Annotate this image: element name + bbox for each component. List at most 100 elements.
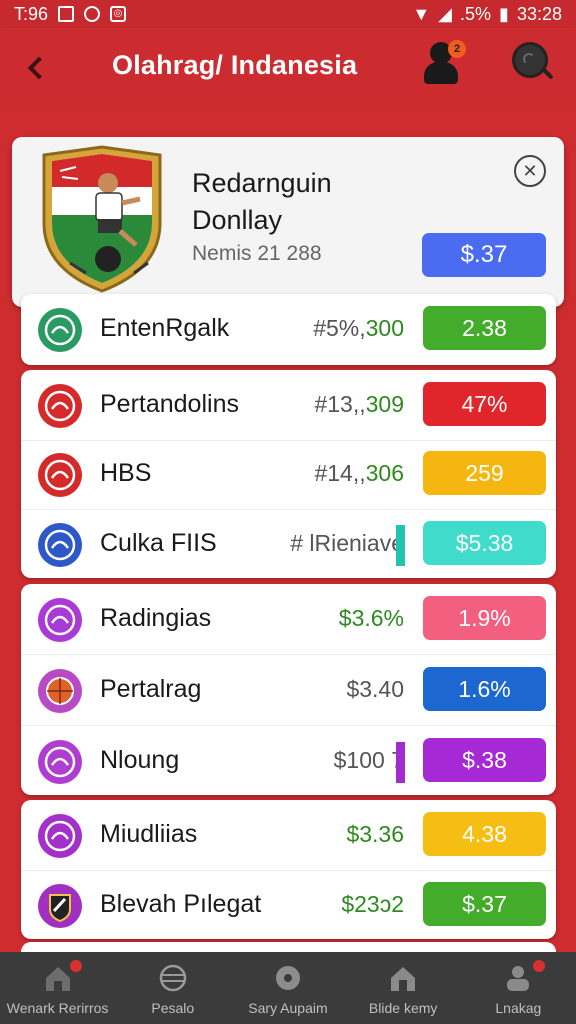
team-stat: #14,,306	[314, 460, 404, 487]
team-row[interactable]: Miudliias $3.36 4.38	[21, 800, 556, 871]
team-row[interactable]: Nloung $100 7 $.38	[21, 726, 556, 795]
nav-label: Lnakag	[495, 1000, 542, 1016]
team-stat: $3.40	[346, 676, 404, 703]
basketball-icon	[37, 668, 83, 714]
value-button[interactable]: 259	[423, 451, 546, 495]
nav-label: Wenark Rerirros	[6, 1000, 109, 1016]
team-row[interactable]: Pertandolins #13,,309 47%	[21, 370, 556, 441]
team-stat-prefix: $100 7	[333, 747, 404, 773]
team-stat: $23ɔ2	[341, 891, 404, 918]
search-button[interactable]	[512, 42, 554, 84]
search-icon-handle	[542, 68, 554, 80]
value-button[interactable]: $5.38	[423, 521, 546, 565]
nav-label: Sary Aupaim	[248, 1000, 328, 1016]
featured-card[interactable]: Redarnguin Donllay Nemis 21 288 ✕ $.37	[12, 137, 564, 307]
featured-title: Redarnguin Donllay	[192, 168, 332, 235]
house-icon	[388, 964, 418, 992]
team-row[interactable]: Culka FIIS # lRieniave $5.38	[21, 509, 556, 578]
battery-text: .5%	[460, 3, 492, 24]
featured-meta: Nemis 21 288	[192, 242, 322, 265]
nav-item[interactable]: Blide kemy	[346, 952, 461, 1024]
team-stat-value: 309	[365, 391, 404, 417]
team-row[interactable]: Radingias $3.6% 1.9%	[21, 584, 556, 655]
team-name: Nloung	[100, 746, 180, 774]
battery-icon: ▮	[499, 3, 509, 24]
team-name: Blevah Pılegat	[100, 890, 262, 918]
close-button[interactable]: ✕	[514, 155, 546, 187]
team-stat-value: 300	[365, 315, 404, 341]
soccer-ball-icon	[273, 964, 303, 992]
ball-icon	[158, 964, 188, 992]
team-crest-icon	[37, 739, 83, 785]
notification-badge: 2	[448, 40, 466, 58]
team-name: EntenRgalk	[100, 314, 230, 342]
person-icon-body	[424, 62, 458, 84]
value-button[interactable]: 4.38	[423, 812, 546, 856]
app-notification-icon: ◎	[110, 6, 127, 22]
team-row[interactable]: HBS #14,,306 259	[21, 439, 556, 510]
value-button[interactable]: 47%	[423, 382, 546, 426]
nav-item[interactable]: Lnakag	[461, 952, 576, 1024]
nav-badge	[532, 960, 545, 972]
team-stat-prefix: $3.40	[346, 676, 404, 702]
value-button[interactable]: 2.38	[423, 306, 546, 350]
profile-button[interactable]: 2	[420, 40, 466, 86]
team-stat: $3.36	[346, 821, 404, 848]
team-crest-icon	[37, 597, 83, 643]
home-icon	[43, 964, 73, 992]
app-bar: Olahrag/ Indanesia 2	[0, 28, 576, 108]
nav-item[interactable]: Pesalo	[115, 952, 230, 1024]
value-button[interactable]: $.38	[423, 738, 546, 782]
value-button[interactable]: $.37	[423, 882, 546, 926]
team-row[interactable]: Pertalrag $3.40 1.6%	[21, 655, 556, 726]
team-stat: #13,,309	[314, 391, 404, 418]
profile-icon	[503, 964, 533, 992]
team-name: HBS	[100, 459, 152, 487]
featured-price-button[interactable]: $.37	[422, 233, 546, 277]
team-crest-icon	[37, 522, 83, 568]
status-bar: T:96 ◎ ▼ ◢ .5% ▮ 33:28	[0, 0, 576, 28]
nav-label: Blide kemy	[368, 1000, 438, 1016]
team-stat-prefix: #14,,	[314, 460, 366, 486]
team-group-card: EntenRgalk #5%,300 2.38	[21, 294, 556, 365]
team-stat: $3.6%	[339, 605, 404, 632]
team-name: Pertandolins	[100, 390, 239, 418]
page-title: Olahrag/ Indanesia	[112, 50, 358, 80]
nav-item[interactable]: Wenark Rerirros	[0, 952, 115, 1024]
team-stat-value: $3.6%	[338, 605, 404, 631]
nav-badge	[70, 960, 82, 972]
indicator-bar	[396, 742, 405, 783]
team-crest-icon	[37, 307, 83, 353]
team-stat-prefix: #5%,	[313, 315, 366, 341]
nav-item[interactable]: Sary Aupaim	[230, 952, 345, 1024]
team-stat: #5%,300	[313, 315, 404, 342]
team-stat-value: $23ɔ2	[341, 891, 404, 917]
back-button[interactable]	[16, 48, 56, 88]
team-name: Radingias	[100, 604, 212, 632]
team-crest-icon	[37, 383, 83, 429]
chevron-left-icon	[27, 56, 51, 80]
team-row[interactable]: EntenRgalk #5%,300 2.38	[21, 294, 556, 365]
notification-icon	[58, 6, 75, 22]
team-stat-value: 306	[365, 460, 404, 486]
team-crest-icon	[37, 813, 83, 859]
value-button[interactable]: 1.9%	[423, 596, 546, 640]
team-name: Miudliias	[100, 820, 198, 848]
indicator-bar	[396, 525, 405, 566]
search-icon	[512, 42, 548, 78]
team-crest-icon	[37, 452, 83, 498]
wifi-icon: ▼	[412, 3, 431, 24]
value-button[interactable]: 1.6%	[423, 667, 546, 711]
team-stat-value: $3.36	[346, 821, 404, 847]
record-icon	[84, 6, 101, 22]
team-group-card: Pertandolins #13,,309 47% HBS #14,,306 259 Cul…	[21, 370, 556, 578]
team-row[interactable]: Blevah Pılegat $23ɔ2 $.37	[21, 870, 556, 939]
team-stat: # lRieniave	[290, 530, 404, 557]
clock: 33:28	[516, 3, 562, 24]
close-icon: ✕	[522, 160, 538, 181]
signal-icon: ◢	[438, 3, 453, 24]
team-stat: $100 7	[334, 747, 404, 774]
club-crest-icon	[42, 145, 162, 293]
shield-icon	[37, 883, 83, 929]
bottom-navigation: Wenark Rerirros Pesalo Sary Aupaim Blide ke…	[0, 952, 576, 1024]
